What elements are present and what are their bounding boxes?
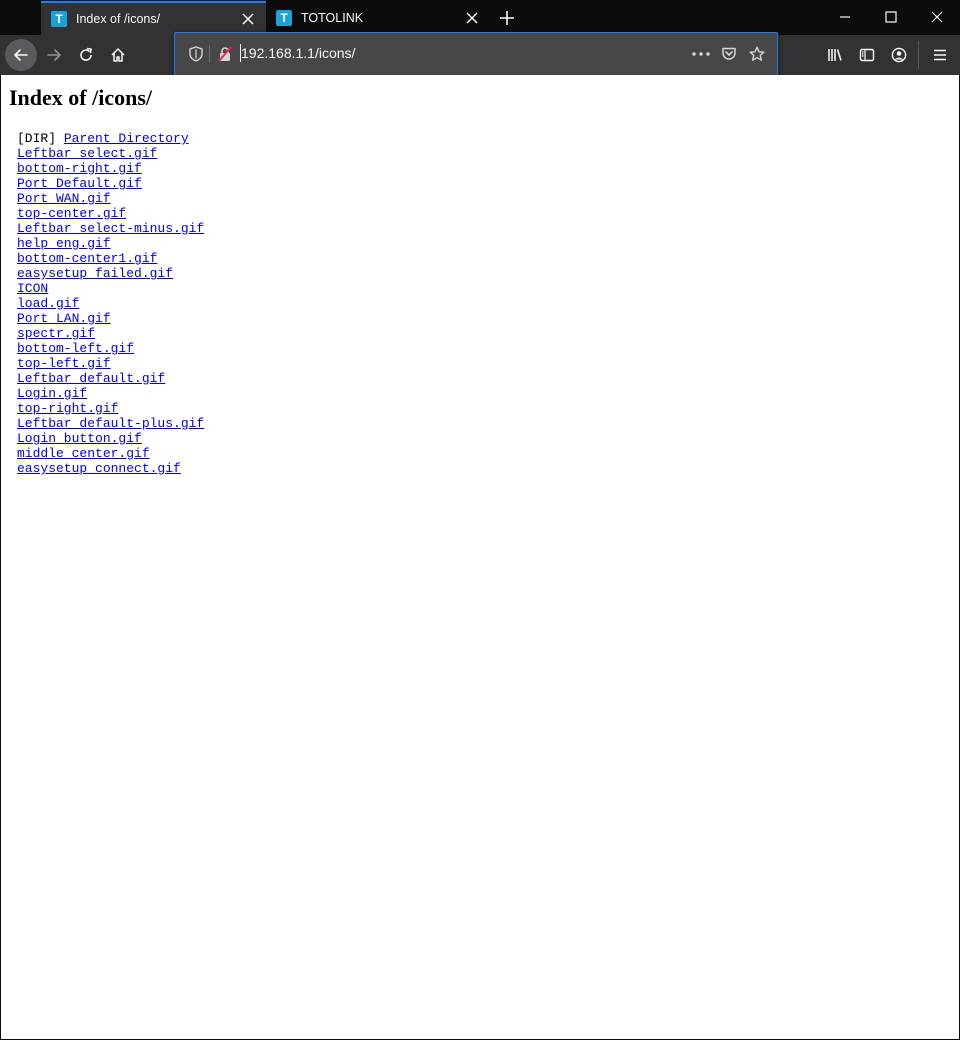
back-arrow-icon [14,49,28,61]
close-tab-icon[interactable] [236,7,260,31]
file-link[interactable]: help_eng.gif [17,236,111,251]
navigation-toolbar: 192.168.1.1/icons/ [0,32,960,76]
list-item: bottom-left.gif [17,341,204,356]
close-tab-icon[interactable] [460,6,484,30]
list-item: Port_WAN.gif [17,191,204,206]
file-link[interactable]: load.gif [17,296,79,311]
file-link[interactable]: ICON [17,281,48,296]
totolink-favicon-icon: T [276,10,292,26]
file-link[interactable]: Leftbar_select-minus.gif [17,221,204,236]
list-item: Login_button.gif [17,431,204,446]
page-actions-menu-icon[interactable] [691,44,711,64]
list-item: middle_center.gif [17,446,204,461]
list-item: help_eng.gif [17,236,204,251]
reload-icon [80,47,92,61]
tab-title: TOTOLINK [301,11,364,25]
list-item: Login.gif [17,386,204,401]
list-item: Leftbar_select.gif [17,146,204,161]
close-icon [931,11,943,23]
pocket-icon[interactable] [719,44,739,64]
list-item: easysetup_connect.gif [17,461,204,476]
list-item: bottom-center1.gif [17,251,204,266]
file-link[interactable]: bottom-right.gif [17,161,142,176]
list-item: Port_Default.gif [17,176,204,191]
home-icon [111,48,125,62]
list-item: top-right.gif [17,401,204,416]
file-link[interactable]: Leftbar_select.gif [17,146,157,161]
maximize-button[interactable] [868,0,914,34]
insecure-lock-icon[interactable] [215,44,235,64]
file-link[interactable]: bottom-left.gif [17,341,134,356]
file-link[interactable]: top-left.gif [17,356,111,371]
file-link[interactable]: Login.gif [17,386,87,401]
file-link[interactable]: Leftbar_default-plus.gif [17,416,204,431]
bookmark-star-icon[interactable] [747,44,767,64]
file-link[interactable]: easysetup_failed.gif [17,266,173,281]
file-link[interactable]: Port_WAN.gif [17,191,111,206]
list-item: bottom-right.gif [17,161,204,176]
file-link[interactable]: middle_center.gif [17,446,150,461]
account-icon [891,47,907,63]
close-window-button[interactable] [914,0,960,34]
list-item: top-left.gif [17,356,204,371]
sidebar-icon [859,48,875,62]
page-content: Index of /icons/ [DIR] Parent Directory … [1,75,959,1039]
file-link[interactable]: spectr.gif [17,326,95,341]
new-tab-button[interactable] [494,5,520,31]
file-link[interactable]: Leftbar_default.gif [17,371,165,386]
file-link[interactable]: top-right.gif [17,401,118,416]
file-link[interactable]: bottom-center1.gif [17,251,157,266]
back-button[interactable] [5,39,37,71]
file-link[interactable]: Login_button.gif [17,431,142,446]
plus-icon [500,11,514,25]
hamburger-menu-icon [934,49,946,61]
file-link[interactable]: Port_LAN.gif [17,311,111,326]
account-button[interactable] [883,39,915,71]
tracking-protection-shield-icon[interactable] [186,44,206,64]
library-icon [828,49,842,61]
directory-listing: [DIR] Parent Directory Leftbar_select.gi… [17,131,204,476]
file-link[interactable]: top-center.gif [17,206,126,221]
list-item: top-center.gif [17,206,204,221]
list-item: ICON [17,281,204,296]
reload-button[interactable] [70,39,102,71]
address-bar[interactable]: 192.168.1.1/icons/ [174,32,778,76]
file-link[interactable]: Port_Default.gif [17,176,142,191]
totolink-favicon-icon: T [51,11,67,27]
file-link[interactable]: easysetup_connect.gif [17,461,181,476]
dir-tag: [DIR] [17,131,57,146]
list-item: Leftbar_select-minus.gif [17,221,204,236]
parent-directory-row: [DIR] Parent Directory [17,131,204,146]
home-button[interactable] [102,39,134,71]
page-heading: Index of /icons/ [9,85,153,110]
url-text[interactable]: 192.168.1.1/icons/ [241,45,355,61]
minimize-icon [840,16,850,18]
list-item: Leftbar_default.gif [17,371,204,386]
forward-button[interactable] [38,39,70,71]
parent-directory-link[interactable]: Parent Directory [64,131,189,146]
forward-arrow-icon [47,49,61,61]
list-item: spectr.gif [17,326,204,341]
list-item: easysetup_failed.gif [17,266,204,281]
list-item: load.gif [17,296,204,311]
list-item: Leftbar_default-plus.gif [17,416,204,431]
sidebar-button[interactable] [851,39,883,71]
toolbar-separator [918,41,919,69]
list-item: Port_LAN.gif [17,311,204,326]
library-button[interactable] [819,39,851,71]
maximize-icon [885,11,897,23]
tab-index-icons[interactable]: T Index of /icons/ [41,1,266,35]
tab-strip: T Index of /icons/ T TOTOLINK [0,0,960,35]
address-separator [209,45,210,63]
tab-totolink[interactable]: T TOTOLINK [266,1,490,35]
minimize-button[interactable] [822,0,868,34]
app-menu-button[interactable] [924,39,956,71]
tab-title: Index of /icons/ [76,12,161,26]
